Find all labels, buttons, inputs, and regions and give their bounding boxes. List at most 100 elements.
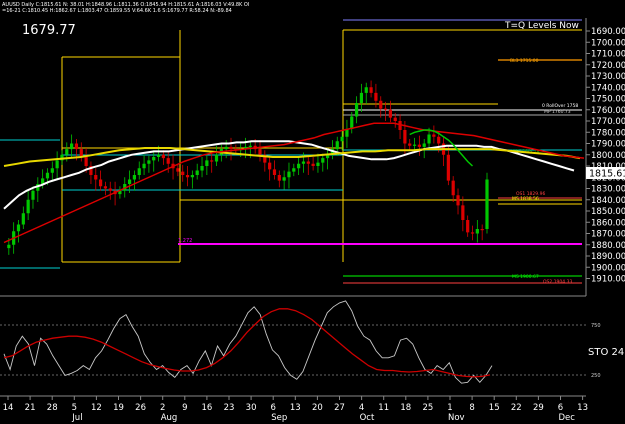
current-price-marker: 1815.61 xyxy=(586,167,625,180)
candle-body xyxy=(84,157,88,166)
candle-body xyxy=(31,190,35,200)
candle-body xyxy=(427,134,431,144)
candle-body xyxy=(127,179,132,184)
trading-chart[interactable]: AUUSD Daily C:1815.61 N: 38.01 H:1848.96… xyxy=(0,0,625,424)
x-tick-label: 23 xyxy=(224,403,235,413)
candle-body xyxy=(65,149,69,155)
x-tick-label: 13 xyxy=(290,403,301,413)
candle-body xyxy=(466,220,470,233)
candle-body xyxy=(190,175,194,178)
candle-body xyxy=(248,145,252,147)
candle-body xyxy=(369,87,373,93)
price-tick-label: 1900.00 xyxy=(591,263,625,273)
x-tick-label: 27 xyxy=(334,403,345,413)
x-tick-label: 21 xyxy=(25,403,36,413)
level-label-ms-lower: MS 1900.67 xyxy=(512,274,539,280)
candle-body xyxy=(103,186,108,189)
x-tick-label: 1 xyxy=(447,403,452,413)
candle-body xyxy=(446,154,450,181)
candle-body xyxy=(340,136,344,142)
x-tick-label: 20 xyxy=(312,403,323,413)
candle-body xyxy=(142,163,146,169)
last-price-label: 1679.77 xyxy=(22,23,76,38)
candle-body xyxy=(74,143,79,150)
price-tick-label: 1800.00 xyxy=(591,151,625,161)
x-tick-label: 19 xyxy=(113,403,124,413)
level-label-rollover: 0 RollOver 1758 xyxy=(542,103,578,109)
candle-body xyxy=(306,161,310,164)
candle-body xyxy=(374,92,378,101)
candle-body xyxy=(292,168,296,172)
candle-body xyxy=(152,157,156,161)
candle-body xyxy=(161,154,165,159)
price-tick-label: 1830.00 xyxy=(591,185,625,195)
candle-body xyxy=(316,162,320,166)
candle-body xyxy=(470,232,475,234)
candle-body xyxy=(45,172,50,179)
x-tick-label: 14 xyxy=(3,403,14,413)
price-tick-label: 1700.00 xyxy=(591,38,625,48)
x-tick-label: 29 xyxy=(533,403,544,413)
price-tick-label: 1740.00 xyxy=(591,83,625,93)
price-tick-label: 1710.00 xyxy=(591,50,625,60)
candle-body xyxy=(287,171,291,178)
level-label-mp: MP 1760.73 xyxy=(544,109,571,115)
x-tick-label: 30 xyxy=(246,403,257,413)
candle-body xyxy=(461,205,465,220)
x-month-label: Sep xyxy=(271,413,287,423)
x-tick-label: 13 xyxy=(577,403,588,413)
x-tick-label: 22 xyxy=(511,403,522,413)
stoch-tick-upper: 750 xyxy=(591,323,601,329)
candle-body xyxy=(412,144,417,146)
price-tick-label: 1790.00 xyxy=(591,140,625,150)
x-tick-label: 6 xyxy=(270,403,275,413)
candle-body xyxy=(475,229,479,234)
stoch-label: STO 24, xyxy=(588,347,625,358)
candle-body xyxy=(354,103,359,117)
candle-body xyxy=(185,175,190,178)
candle-body xyxy=(16,224,21,232)
candle-body xyxy=(94,175,98,180)
x-tick-label: 5 xyxy=(72,403,77,413)
price-tick-label: 1690.00 xyxy=(591,27,625,37)
candle-body xyxy=(297,163,301,169)
candle-body xyxy=(21,213,25,225)
candle-body xyxy=(181,171,185,175)
candle-body xyxy=(364,87,368,93)
x-tick-label: 4 xyxy=(359,403,364,413)
current-price-label: 1815.61 xyxy=(589,169,625,180)
candle-body xyxy=(268,162,272,170)
price-tick-label: 1750.00 xyxy=(591,95,625,105)
candle-body xyxy=(224,146,228,150)
candle-body xyxy=(379,100,383,109)
candle-body xyxy=(480,229,484,231)
x-tick-label: 12 xyxy=(91,403,102,413)
candle-body xyxy=(272,169,277,175)
candle-body xyxy=(258,149,262,155)
candle-body xyxy=(335,141,339,150)
candle-body xyxy=(229,146,233,150)
stoch-tick-lower: 250 xyxy=(591,373,601,379)
price-tick-label: 1730.00 xyxy=(591,72,625,82)
candle-body xyxy=(403,130,407,144)
candle-body xyxy=(205,160,209,166)
price-axis: 1690.001700.00 1710.001720.001730.001740.… xyxy=(586,27,625,285)
level-label-ms: MS 1838.56 xyxy=(512,196,539,202)
candle-body xyxy=(456,195,460,206)
candle-body xyxy=(393,117,397,121)
x-tick-label: 16 xyxy=(201,403,212,413)
price-tick-label: 1760.00 xyxy=(591,106,625,116)
level-label-os2: OS2 1904.33 xyxy=(543,279,572,285)
x-month-label: Jul xyxy=(71,413,82,423)
x-month-label: Aug xyxy=(161,413,178,423)
candle-body xyxy=(108,188,112,191)
candle-body xyxy=(408,143,412,146)
candle-body xyxy=(451,180,455,196)
candle-body xyxy=(147,160,151,164)
x-tick-label: 26 xyxy=(135,403,146,413)
candle-body xyxy=(55,160,59,169)
candle-body xyxy=(437,136,441,144)
candle-body xyxy=(350,116,354,129)
candle-body xyxy=(301,161,306,164)
candle-body xyxy=(485,179,489,229)
